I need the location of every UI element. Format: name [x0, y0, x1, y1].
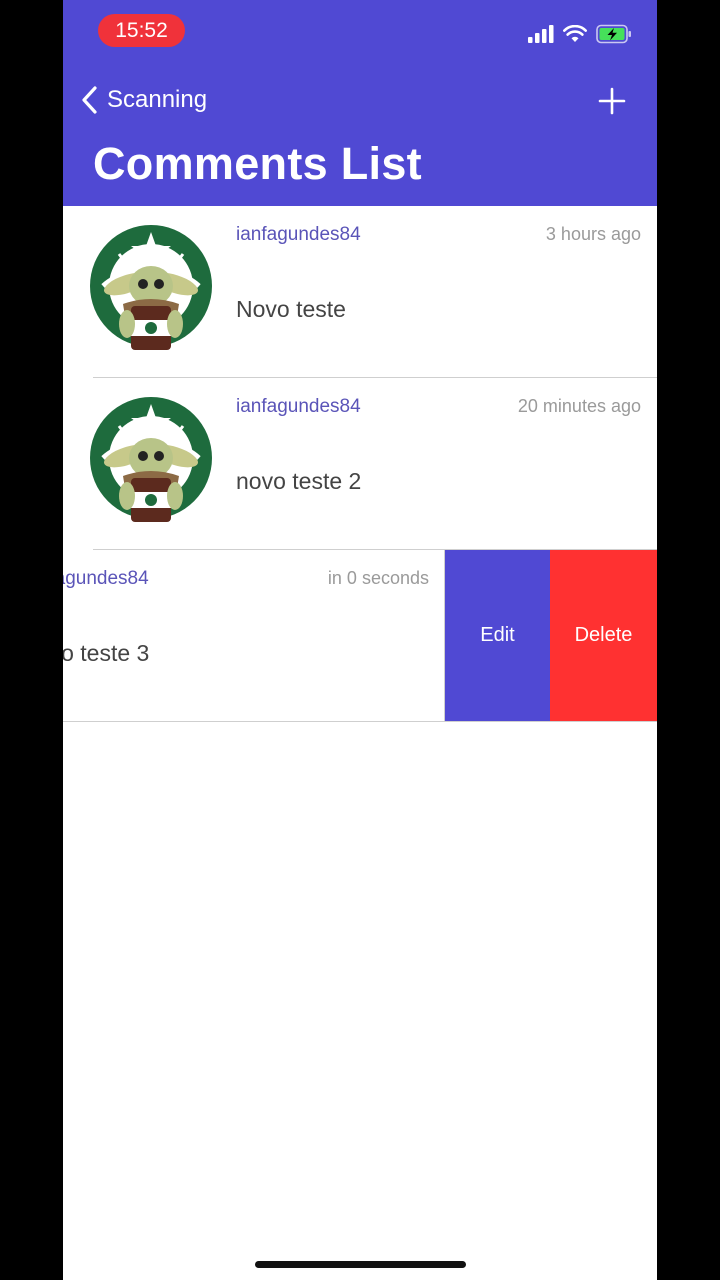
avatar [90, 225, 212, 350]
comment-row-swiped[interactable]: ianfagundes84 in 0 seconds novo teste 3 … [63, 550, 657, 722]
comment-row[interactable]: ianfagundes84 3 hours ago Novo teste [63, 206, 657, 378]
comment-text: novo teste 3 [63, 640, 150, 666]
comment-username: ianfagundes84 [236, 396, 361, 417]
wifi-icon [563, 25, 587, 42]
status-time: 15:52 [98, 14, 185, 47]
plus-icon [598, 87, 626, 115]
battery-icon [596, 24, 631, 44]
status-bar: 15:52 [63, 0, 657, 62]
edit-button[interactable]: Edit [444, 550, 550, 721]
comment-timestamp: in 0 seconds [327, 568, 429, 588]
signal-icon [528, 25, 554, 43]
home-indicator[interactable] [255, 1261, 466, 1268]
back-button[interactable]: Scanning [81, 83, 207, 117]
page-title: Comments List [93, 138, 422, 189]
row-divider [63, 721, 657, 722]
screen: 15:52 Scanning Comments List ianfagundes… [63, 0, 657, 1280]
add-comment-button[interactable] [597, 86, 627, 116]
avatar [90, 397, 212, 522]
chevron-left-icon [82, 86, 97, 114]
comment-row-content[interactable]: ianfagundes84 in 0 seconds novo teste 3 [63, 550, 445, 721]
delete-button[interactable]: Delete [550, 550, 657, 721]
comment-username: ianfagundes84 [63, 568, 149, 589]
back-label: Scanning [107, 86, 208, 113]
navigation-header: 15:52 Scanning Comments List [63, 0, 657, 206]
comment-timestamp: 3 hours ago [545, 224, 641, 244]
comment-text: novo teste 2 [236, 468, 362, 494]
comment-timestamp: 20 minutes ago [517, 396, 641, 416]
comment-username: ianfagundes84 [236, 224, 361, 245]
comment-row[interactable]: ianfagundes84 20 minutes ago novo teste … [63, 378, 657, 550]
status-icons [528, 22, 632, 46]
comment-text: Novo teste [236, 296, 346, 322]
